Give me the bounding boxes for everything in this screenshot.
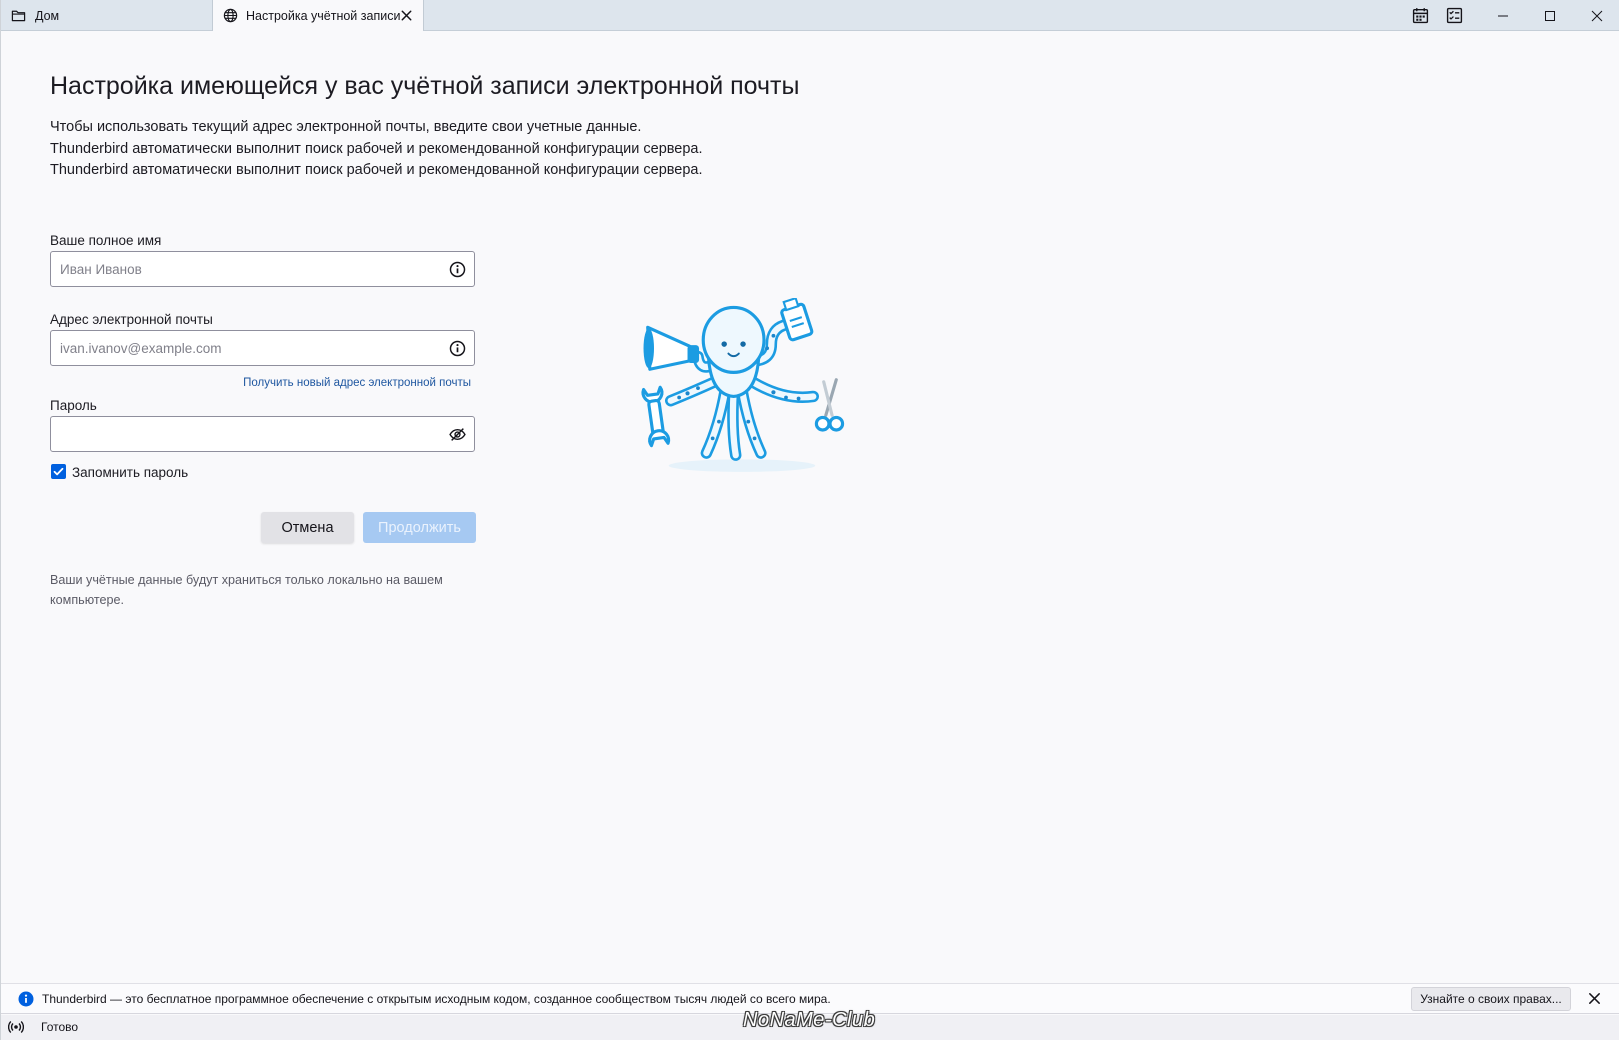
password-field[interactable] (50, 416, 475, 452)
octopus-eye (721, 341, 727, 347)
checkmark-icon (53, 467, 64, 476)
folder-icon (11, 10, 26, 22)
get-new-address-link[interactable]: Получить новый адрес электронной почты (243, 376, 471, 391)
full-name-field[interactable] (50, 251, 475, 287)
broadcast-icon (8, 1021, 24, 1033)
continue-button[interactable]: Продолжить (363, 512, 476, 543)
eye-slash-icon[interactable] (449, 426, 466, 443)
status-text: Готово (41, 1020, 79, 1034)
remember-password-checkbox[interactable] (51, 464, 66, 479)
watermark: NoNaMe-Club (743, 1009, 876, 1031)
cancel-button[interactable]: Отмена (261, 512, 354, 543)
info-icon[interactable] (449, 261, 466, 278)
intro-line: Thunderbird автоматически выполнит поиск… (50, 162, 703, 179)
tab-account-setup[interactable]: Настройка учётной записи (213, 0, 424, 31)
octopus-illustration (641, 298, 845, 472)
intro-line: Чтобы использовать текущий адрес электро… (50, 119, 642, 135)
close-icon[interactable] (399, 8, 414, 23)
email-field[interactable] (50, 330, 475, 366)
illustration-shadow (668, 459, 816, 472)
info-icon (18, 991, 34, 1007)
wrench-icon (641, 385, 671, 448)
minimize-button[interactable] (1480, 0, 1526, 31)
title-bar: Дом Настройка учётной записи (1, 0, 1619, 31)
email-label: Адрес электронной почты (50, 312, 213, 327)
page-title: Настройка имеющейся у вас учётной записи… (50, 72, 800, 100)
maximize-button[interactable] (1527, 0, 1573, 31)
know-your-rights-button[interactable]: Узнайте о своих правах... (1411, 987, 1571, 1011)
local-storage-note: Ваши учётные данные будут храниться толь… (50, 573, 443, 607)
remember-password-label[interactable]: Запомнить пароль (72, 464, 188, 481)
tab-home[interactable]: Дом (1, 0, 213, 31)
usb-stick-icon (780, 298, 814, 342)
globe-icon (223, 8, 238, 23)
password-input[interactable] (51, 417, 431, 451)
octopus-head (701, 305, 766, 374)
octopus-eye (740, 341, 746, 347)
tasks-icon[interactable] (1446, 7, 1463, 24)
full-name-label: Ваше полное имя (50, 233, 162, 248)
megaphone-icon (643, 325, 700, 371)
info-icon[interactable] (449, 340, 466, 357)
notification-text: Thunderbird — это бесплатное программное… (42, 992, 831, 1006)
full-name-input[interactable] (51, 252, 431, 286)
tab-account-setup-label: Настройка учётной записи (246, 8, 401, 23)
tab-home-label: Дом (35, 8, 60, 23)
maximize-icon (1545, 10, 1555, 21)
intro-text: Чтобы использовать текущий адрес электро… (50, 117, 703, 182)
intro-line: Thunderbird автоматически выполнит поиск… (50, 140, 703, 157)
calendar-icon[interactable] (1412, 7, 1429, 24)
thunderbird-window: Дом Настройка учётной записи Настройка и… (0, 0, 1619, 1040)
password-label: Пароль (50, 398, 97, 413)
close-window-button[interactable] (1574, 0, 1619, 31)
close-icon[interactable] (1587, 991, 1602, 1006)
scissors-icon (814, 378, 845, 432)
minimize-icon (1498, 15, 1508, 16)
close-icon (1591, 10, 1603, 21)
email-input[interactable] (51, 331, 431, 365)
